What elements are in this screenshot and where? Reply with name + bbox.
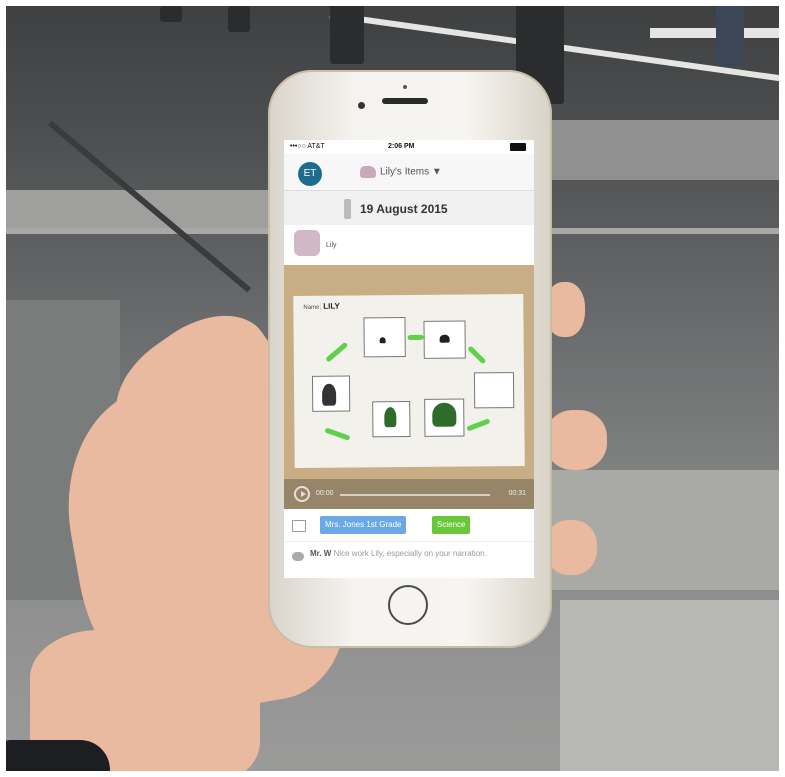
status-time: 2:06 PM bbox=[388, 143, 415, 150]
audio-scrubber[interactable] bbox=[340, 494, 490, 496]
nav-bar: ET Lily's Items ▼ bbox=[284, 154, 534, 191]
play-button[interactable] bbox=[294, 486, 310, 502]
comment-bubble-icon bbox=[292, 552, 304, 561]
bollard bbox=[228, 6, 250, 32]
worksheet-name-value: LILY bbox=[323, 301, 340, 311]
green-arrow bbox=[324, 427, 351, 441]
battery-icon bbox=[510, 143, 526, 151]
sidewalk-slab bbox=[550, 120, 785, 180]
tags-row: Mrs. Jones 1st Grade Science bbox=[284, 509, 534, 541]
audio-player: 00:00 00:31 bbox=[284, 479, 534, 509]
audio-duration: 00:31 bbox=[508, 490, 526, 497]
items-dropdown[interactable]: Lily's Items ▼ bbox=[360, 166, 442, 178]
student-name: Lily bbox=[326, 242, 337, 249]
hand-finger bbox=[545, 410, 607, 470]
avatar[interactable]: ET bbox=[298, 162, 322, 186]
student-row[interactable]: Lily bbox=[284, 225, 534, 265]
audio-elapsed: 00:00 bbox=[316, 490, 334, 497]
road-stripe bbox=[650, 28, 780, 38]
bollard bbox=[160, 6, 182, 22]
status-bar: •••○○ AT&T 2:06 PM bbox=[284, 140, 534, 154]
class-tag[interactable]: Mrs. Jones 1st Grade bbox=[320, 516, 407, 534]
home-button[interactable] bbox=[388, 585, 428, 625]
student-avatar bbox=[294, 230, 320, 256]
work-photo[interactable]: Name: LILY bbox=[284, 265, 534, 479]
date-marker-icon bbox=[344, 199, 351, 219]
plant-drawing bbox=[322, 383, 337, 406]
curb bbox=[560, 600, 785, 777]
comment-author: Mr. W bbox=[310, 549, 332, 558]
entry-date: 19 August 2015 bbox=[360, 202, 448, 216]
hand-finger bbox=[545, 520, 597, 575]
sleeve bbox=[0, 740, 110, 777]
proximity-sensor bbox=[403, 85, 407, 89]
nav-title: Lily's Items ▼ bbox=[380, 166, 442, 178]
elephant-icon bbox=[360, 166, 376, 178]
pedestrian bbox=[716, 4, 744, 66]
photo-scene: •••○○ AT&T 2:06 PM ET Lily's Items ▼ 19 … bbox=[0, 0, 785, 777]
worksheet-name-line: Name: LILY bbox=[303, 302, 340, 311]
subject-tag[interactable]: Science bbox=[432, 516, 471, 534]
green-arrow bbox=[407, 334, 424, 341]
seed-drawing bbox=[379, 337, 386, 344]
worksheet-name-label: Name: bbox=[303, 304, 322, 311]
worksheet: Name: LILY bbox=[293, 293, 525, 469]
front-camera-icon bbox=[358, 102, 365, 109]
plant-drawing bbox=[432, 402, 457, 427]
green-arrow bbox=[467, 345, 487, 365]
earpiece-speaker bbox=[382, 98, 428, 104]
comment-text: Nice work Lily, especially on your narra… bbox=[333, 549, 487, 558]
seed-drawing bbox=[439, 334, 450, 343]
comment-row[interactable]: Mr. W Nice work Lily, especially on your… bbox=[284, 541, 534, 578]
date-header: 19 August 2015 bbox=[284, 191, 534, 225]
carrier-text: •••○○ AT&T bbox=[290, 143, 325, 150]
folder-icon bbox=[292, 520, 306, 532]
green-arrow bbox=[325, 341, 349, 363]
worksheet-panel bbox=[473, 372, 515, 409]
comment-body: Mr. W Nice work Lily, especially on your… bbox=[310, 548, 528, 560]
bollard bbox=[330, 4, 364, 64]
phone-screen: •••○○ AT&T 2:06 PM ET Lily's Items ▼ 19 … bbox=[284, 140, 534, 578]
green-arrow bbox=[466, 418, 491, 432]
plant-drawing bbox=[384, 407, 397, 428]
